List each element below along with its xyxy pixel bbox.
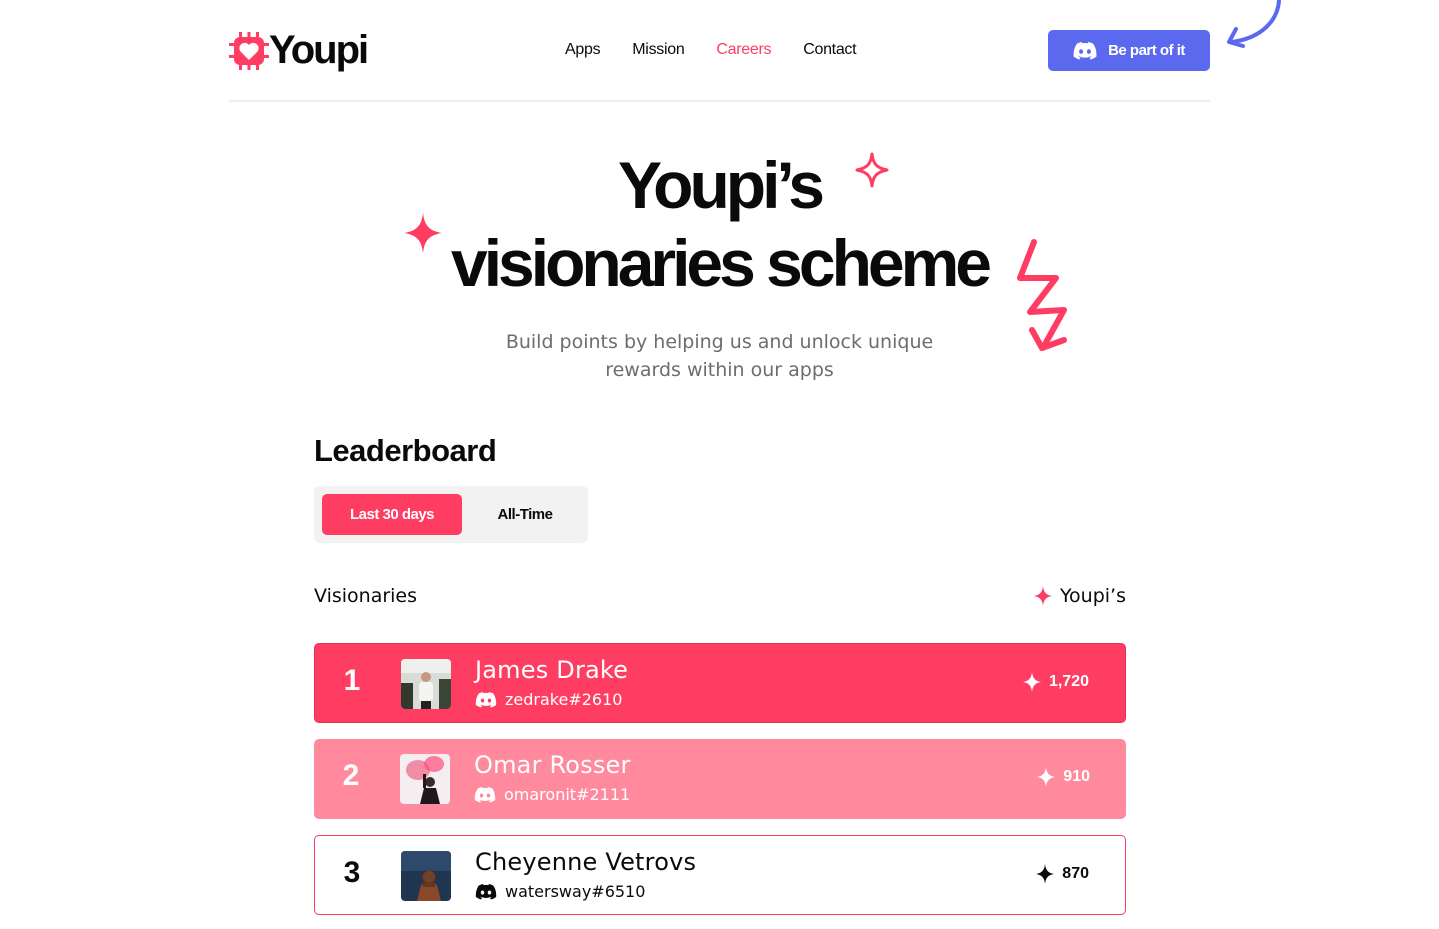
- visionary-name: Omar Rosser: [474, 751, 631, 779]
- points: 1,720: [1022, 672, 1089, 692]
- main-nav: Apps Mission Careers Contact: [565, 41, 888, 59]
- visionary-name: Cheyenne Vetrovs: [475, 848, 697, 876]
- hero-subtitle-line-1: Build points by helping us and unlock un…: [505, 331, 934, 353]
- discord-handle-text: zedrake#2610: [505, 690, 623, 709]
- nav-mission[interactable]: Mission: [632, 41, 684, 59]
- leaderboard-title: Leaderboard: [314, 433, 497, 468]
- sparkle-icon: [1022, 672, 1041, 692]
- column-header-points-label: Youpi’s: [1059, 585, 1126, 607]
- leaderboard-row[interactable]: 1 James Drake zedrake#2610 1,720: [314, 643, 1126, 723]
- discord-handle-text: omaronit#2111: [504, 785, 631, 804]
- hero-subtitle-line-2: rewards within our apps: [605, 359, 834, 381]
- logo-text: Youpi: [269, 28, 369, 72]
- sparkle-outline-icon: [855, 152, 889, 188]
- leaderboard-row[interactable]: 3 Cheyenne Vetrovs watersway#6510 870: [314, 835, 1126, 915]
- visionary-name: James Drake: [475, 656, 629, 684]
- be-part-of-it-button[interactable]: Be part of it: [1048, 30, 1210, 71]
- sparkle-icon: [1037, 767, 1056, 787]
- tab-all-time[interactable]: All-Time: [462, 494, 588, 535]
- heart-chip-logo-icon: [229, 31, 269, 70]
- nav-contact[interactable]: Contact: [803, 41, 856, 59]
- logo[interactable]: Youpi: [229, 28, 369, 73]
- avatar: [401, 851, 451, 901]
- avatar: [401, 659, 451, 709]
- hero-title-line-1: Youpi’s: [618, 148, 825, 222]
- points: 910: [1037, 767, 1090, 787]
- discord-handle: watersway#6510: [475, 882, 645, 901]
- site-header: Youpi Apps Mission Careers Contact Be pa…: [229, 0, 1210, 102]
- discord-handle: zedrake#2610: [475, 690, 622, 709]
- points-value: 870: [1062, 865, 1089, 882]
- discord-icon: [475, 691, 497, 708]
- column-header-visionaries: Visionaries: [314, 585, 418, 607]
- discord-handle: omaronit#2111: [474, 785, 630, 804]
- sparkle-icon: [1033, 586, 1052, 606]
- points-value: 1,720: [1048, 673, 1089, 690]
- points-value: 910: [1063, 768, 1090, 785]
- nav-apps[interactable]: Apps: [565, 41, 601, 59]
- period-tabs: Last 30 days All-Time: [314, 486, 588, 543]
- nav-careers[interactable]: Careers: [716, 41, 771, 59]
- discord-icon: [1073, 41, 1097, 59]
- rank-number: 2: [342, 759, 360, 792]
- rank-number: 3: [343, 856, 361, 889]
- hero-title-line-2: visionaries scheme: [450, 226, 992, 300]
- column-header-points: Youpi’s: [1033, 585, 1126, 607]
- points: 870: [1036, 864, 1089, 884]
- sparkle-icon: [1036, 864, 1055, 884]
- tab-last-30-days[interactable]: Last 30 days: [322, 494, 462, 535]
- hero-subtitle: Build points by helping us and unlock un…: [0, 328, 1439, 384]
- cta-label: Be part of it: [1108, 42, 1185, 59]
- discord-handle-text: watersway#6510: [505, 882, 646, 901]
- sparkle-icon: [404, 212, 442, 254]
- curved-arrow-icon: [1227, 0, 1281, 48]
- rank-number: 1: [343, 664, 361, 697]
- discord-icon: [475, 883, 497, 900]
- avatar: [400, 754, 450, 804]
- leaderboard-row[interactable]: 2 Omar Rosser omaronit#2111 910: [314, 739, 1126, 819]
- discord-icon: [474, 786, 496, 803]
